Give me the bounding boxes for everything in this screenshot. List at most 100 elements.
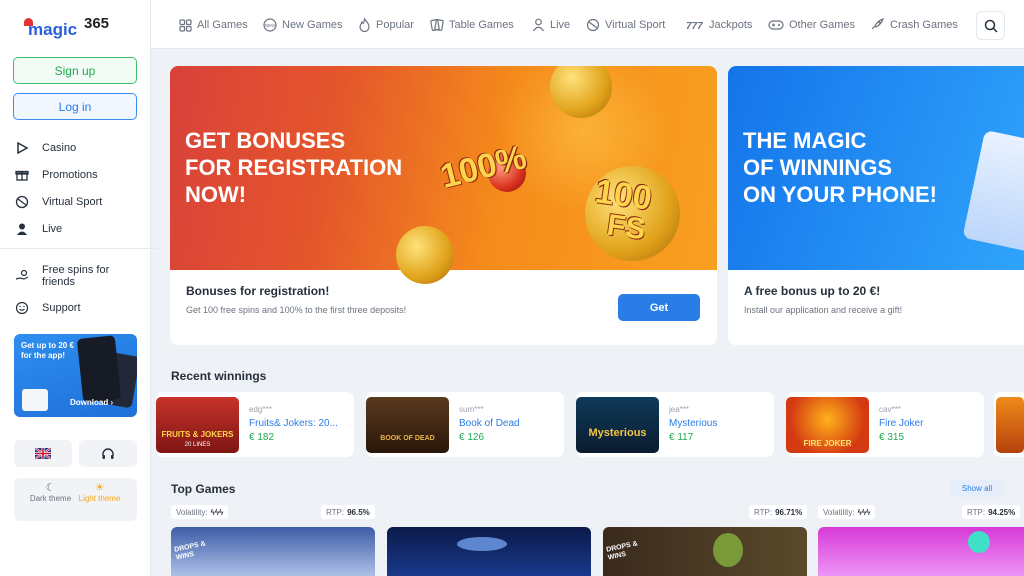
tab-all-games[interactable]: All Games <box>178 17 248 33</box>
banner-description: Install our application and receive a gi… <box>744 305 903 315</box>
game-thumbnail: FIRE JOKER <box>786 397 869 453</box>
get-bonus-button[interactable]: Get <box>618 294 700 321</box>
tab-jackpots[interactable]: 777 Jackpots <box>686 17 752 33</box>
sidebar-item-casino[interactable]: Casino <box>14 134 144 161</box>
search-icon <box>984 19 998 33</box>
top-games-title: Top Games <box>171 482 236 496</box>
recent-win-card[interactable]: FIRE JOKER cav*** Fire Joker € 315 <box>786 392 984 457</box>
game-name-link[interactable]: Fruits& Jokers: 20... <box>249 418 338 429</box>
rtp-badge: RTP: 96.5% <box>321 505 375 519</box>
game-name-link[interactable]: Book of Dead <box>459 418 520 429</box>
new-badge-icon: NEW <box>263 18 277 32</box>
gamepad-icon <box>768 18 784 32</box>
download-link[interactable]: Download › <box>70 398 113 407</box>
gift-icon <box>14 167 30 183</box>
gift-box-image <box>22 389 48 411</box>
game-card[interactable]: DROPS & WINS <box>171 527 375 576</box>
signup-button[interactable]: Sign up <box>13 57 137 84</box>
moon-icon: ☾ <box>45 482 56 494</box>
drops-wins-badge: DROPS & WINS <box>173 540 207 562</box>
game-thumbnail <box>996 397 1024 453</box>
registration-bonus-banner[interactable]: 100% 100 FS GET BONUSES FOR REGISTRATION… <box>170 66 717 345</box>
tab-table-games[interactable]: Table Games <box>430 17 514 33</box>
ball-icon <box>586 18 600 32</box>
banner-title: A free bonus up to 20 €! <box>744 284 881 298</box>
volatility-badge: Volatility: ϟϟϟ <box>818 505 876 519</box>
tab-virtual-sport[interactable]: Virtual Sport <box>586 17 665 33</box>
rocket-icon <box>869 18 885 32</box>
play-icon <box>14 140 30 156</box>
dealer-icon <box>531 18 545 32</box>
recent-win-card[interactable]: BOOK OF DEAD sum*** Book of Dead € 126 <box>366 392 564 457</box>
game-card[interactable] <box>387 527 591 576</box>
theme-switch: ☾ Dark theme ☀ Light theme <box>14 478 137 521</box>
tab-popular[interactable]: Popular <box>357 17 414 33</box>
app-promo-banner[interactable]: Get up to 20 € for the app! Download › <box>14 334 137 417</box>
light-theme-option[interactable]: ☀ Light theme <box>72 483 127 504</box>
support-chat-button[interactable] <box>79 440 137 467</box>
badge-free-spins-unit: FS <box>604 208 648 247</box>
game-card[interactable] <box>818 527 1024 576</box>
sidebar-divider <box>0 248 158 258</box>
sidebar-item-virtual-sport[interactable]: Virtual Sport <box>14 188 144 215</box>
volatility-badge: Volatility: ϟϟϟ <box>171 505 229 519</box>
app-bonus-banner[interactable]: THE MAGIC OF WINNINGS ON YOUR PHONE! A f… <box>728 66 1024 345</box>
phone-image <box>76 335 122 403</box>
recent-win-card[interactable] <box>994 392 1024 457</box>
drops-wins-badge: DROPS & WINS <box>605 540 639 562</box>
show-all-button[interactable]: Show all <box>950 480 1004 497</box>
ball-icon <box>14 194 30 210</box>
brand-logo[interactable]: magic 365 <box>22 14 132 46</box>
uk-flag-icon <box>35 448 51 459</box>
game-thumbnail: Mysterious <box>576 397 659 453</box>
coin-image <box>396 226 454 284</box>
win-amount: € 182 <box>249 432 275 443</box>
svg-text:777: 777 <box>686 21 703 31</box>
flame-icon <box>357 18 371 32</box>
tab-live[interactable]: Live <box>531 17 570 33</box>
gift-image <box>962 129 1024 253</box>
winner-username: cav*** <box>879 405 901 414</box>
game-name-link[interactable]: Fire Joker <box>879 418 923 429</box>
dark-theme-option[interactable]: ☾ Dark theme <box>23 483 78 504</box>
zombie-image <box>713 533 743 567</box>
winner-username: jea*** <box>669 405 690 414</box>
hand-coin-icon <box>14 268 30 284</box>
777-icon: 777 <box>686 18 704 32</box>
sidebar-item-support[interactable]: Support <box>14 294 144 321</box>
banner-description: Get 100 free spins and 100% to the first… <box>186 305 407 315</box>
winner-username: sum*** <box>459 405 484 414</box>
game-card[interactable]: DROPS & WINS <box>603 527 807 576</box>
banner-title: Bonuses for registration! <box>186 284 330 298</box>
sidebar: magic 365 Sign up Log in Casino Promotio… <box>0 0 158 576</box>
sidebar-item-free-spins[interactable]: Free spins for friends <box>14 258 144 294</box>
tab-new-games[interactable]: NEW New Games <box>263 17 343 33</box>
win-amount: € 126 <box>459 432 485 443</box>
rtp-badge: RTP: 96.71% <box>749 505 808 519</box>
game-thumbnail: FRUITS & JOKERS 20 LINES <box>156 397 239 453</box>
promo-text: Get up to 20 € for the app! <box>21 341 74 360</box>
gem-image <box>968 531 990 553</box>
sidebar-nav: Casino Promotions Virtual Sport Live Fre… <box>0 134 158 321</box>
recent-win-card[interactable]: FRUITS & JOKERS 20 LINES edg*** Fruits& … <box>156 392 354 457</box>
smile-icon <box>14 300 30 316</box>
win-amount: € 315 <box>879 432 905 443</box>
tab-other-games[interactable]: Other Games <box>768 17 855 33</box>
tab-crash-games[interactable]: Crash Games <box>869 17 958 33</box>
login-button[interactable]: Log in <box>13 93 137 120</box>
banner-headline: GET BONUSES FOR REGISTRATION NOW! <box>185 128 403 207</box>
language-button[interactable] <box>14 440 72 467</box>
recent-winnings-title: Recent winnings <box>171 369 267 383</box>
top-navigation: All Games NEW New Games Popular Table Ga… <box>151 0 1024 49</box>
game-thumbnail: BOOK OF DEAD <box>366 397 449 453</box>
cards-icon <box>430 18 444 32</box>
game-name-link[interactable]: Mysterious <box>669 418 717 429</box>
headset-icon <box>102 447 114 459</box>
banner-headline: THE MAGIC OF WINNINGS ON YOUR PHONE! <box>743 128 937 207</box>
recent-win-card[interactable]: Mysterious jea*** Mysterious € 117 <box>576 392 774 457</box>
sun-icon: ☀ <box>94 482 105 494</box>
sidebar-item-promotions[interactable]: Promotions <box>14 161 144 188</box>
rtp-badge: RTP: 94.25% <box>962 505 1021 519</box>
search-button[interactable] <box>976 11 1005 40</box>
sidebar-item-live[interactable]: Live <box>14 215 144 242</box>
